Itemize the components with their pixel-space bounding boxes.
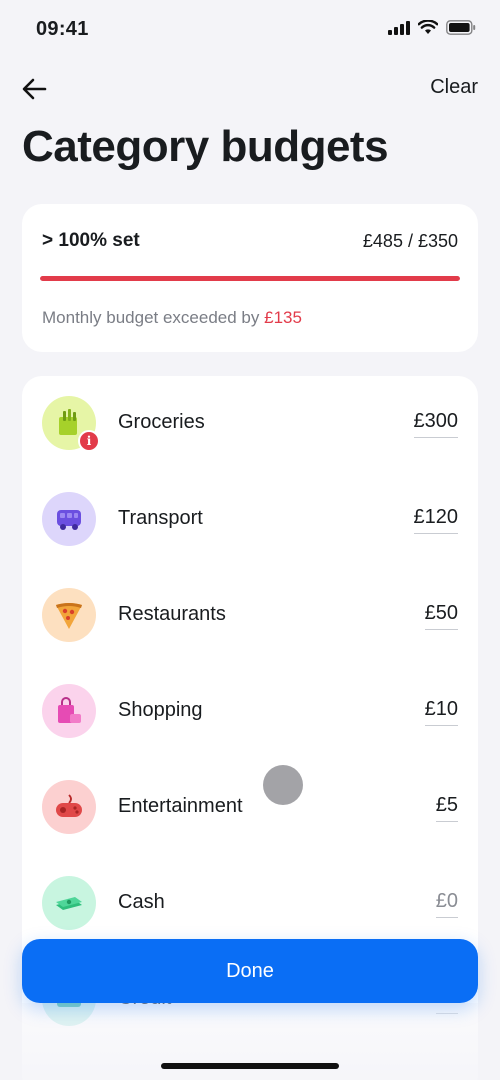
shopping-icon-wrap	[42, 684, 96, 738]
status-bar: 09:41	[0, 0, 500, 60]
category-name: Groceries	[118, 411, 205, 433]
category-amount[interactable]: £120	[413, 506, 458, 534]
category-row-shopping[interactable]: Shopping £10	[22, 664, 478, 760]
game-controller-icon	[56, 794, 82, 817]
category-row-transport[interactable]: Transport £120	[22, 472, 478, 568]
category-name: Transport	[118, 507, 203, 529]
category-amount[interactable]: £0	[435, 890, 458, 918]
wifi-icon	[418, 20, 438, 34]
top-nav: Clear	[0, 68, 500, 108]
category-row-entertainment[interactable]: Entertainment £5	[22, 760, 478, 856]
category-row-restaurants[interactable]: Restaurants £50	[22, 568, 478, 664]
category-name: Cash	[118, 891, 165, 913]
page-title: Category budgets	[22, 122, 389, 171]
budget-amount-label: £485 / £350	[362, 231, 458, 251]
category-amount[interactable]: £300	[413, 410, 458, 438]
category-amount[interactable]: £5	[435, 794, 458, 822]
done-button[interactable]: Done	[22, 939, 478, 1003]
cash-icon	[56, 897, 82, 910]
budget-exceeded-amount: £135	[264, 308, 302, 327]
home-indicator[interactable]	[161, 1063, 339, 1069]
status-time: 09:41	[36, 18, 89, 40]
cash-icon-wrap	[42, 876, 96, 930]
clear-button[interactable]: Clear	[430, 76, 478, 99]
alert-info-badge: i	[78, 430, 100, 452]
pizza-slice-icon	[56, 603, 82, 629]
budget-percent-label: > 100% set	[42, 230, 140, 251]
category-row-cash[interactable]: Cash £0	[22, 856, 478, 952]
budget-exceeded-text: Monthly budget exceeded by	[42, 308, 265, 327]
category-name: Shopping	[118, 699, 203, 721]
category-name: Entertainment	[118, 795, 243, 817]
transport-icon-wrap	[42, 492, 96, 546]
shopping-bag-icon	[58, 697, 81, 723]
category-amount[interactable]: £10	[424, 698, 458, 726]
category-name: Restaurants	[118, 603, 226, 625]
budget-exceeded-message: Monthly budget exceeded by £135	[42, 308, 302, 328]
status-icons	[388, 20, 476, 35]
category-row-groceries[interactable]: i Groceries £300	[22, 376, 478, 472]
arrow-left-icon	[22, 78, 47, 100]
budget-progress-bar	[40, 276, 460, 281]
budget-summary-card: > 100% set £485 / £350 Monthly budget ex…	[22, 204, 478, 352]
bus-icon	[57, 510, 81, 530]
restaurants-icon-wrap	[42, 588, 96, 642]
entertainment-icon-wrap	[42, 780, 96, 834]
category-amount[interactable]: £50	[424, 602, 458, 630]
touch-indicator	[263, 765, 303, 805]
battery-icon	[446, 20, 476, 35]
signal-icon	[388, 20, 410, 35]
budget-progress-fill	[40, 276, 460, 281]
back-button[interactable]	[20, 74, 50, 104]
